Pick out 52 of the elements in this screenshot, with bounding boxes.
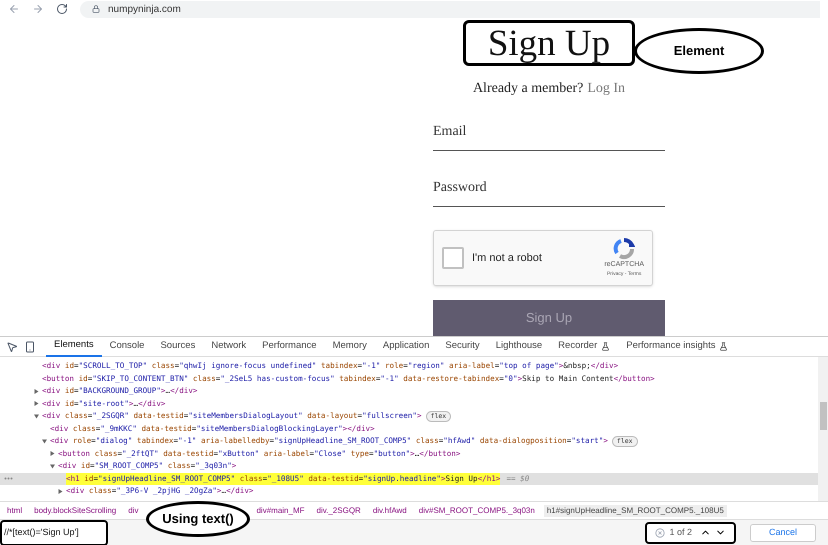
- devtools-tab[interactable]: Recorder: [550, 336, 618, 356]
- page-title: Sign Up: [488, 24, 610, 62]
- breadcrumb-item[interactable]: div#SM_ROOT_COMP5._3q03n: [416, 504, 538, 516]
- search-value: //*[text()='Sign Up']: [4, 526, 79, 539]
- member-prompt: Already a member?: [472, 80, 584, 98]
- devtools-tab[interactable]: Performance insights: [618, 336, 736, 356]
- recaptcha-logo-icon: [613, 238, 636, 260]
- breadcrumb-item[interactable]: div._2SGQR: [314, 504, 364, 516]
- devtools-tab[interactable]: Console: [102, 336, 152, 356]
- devtools-tab[interactable]: Lighthouse: [488, 336, 550, 356]
- collapse-triangle-icon[interactable]: [42, 438, 47, 444]
- breadcrumb-item[interactable]: html: [4, 504, 26, 516]
- field-label: Password: [433, 179, 487, 197]
- devtools-tab[interactable]: Performance: [254, 336, 325, 356]
- collapse-triangle-icon[interactable]: [34, 414, 39, 419]
- expand-triangle-icon[interactable]: [34, 401, 39, 406]
- breadcrumb-item[interactable]: div: [125, 504, 142, 516]
- scrollbar[interactable]: [818, 357, 828, 501]
- speech-bubble: Element: [634, 28, 764, 74]
- captcha-label: I'm not a robot: [472, 250, 543, 266]
- input-field[interactable]: Email: [433, 121, 665, 151]
- captcha-checkbox[interactable]: [442, 247, 464, 269]
- collapse-triangle-icon[interactable]: [50, 464, 55, 469]
- input-field[interactable]: Password: [433, 177, 665, 207]
- expand-triangle-icon[interactable]: [58, 488, 63, 494]
- clear-icon[interactable]: [655, 528, 666, 538]
- match-count: 1 of 2: [669, 526, 692, 539]
- expand-triangle-icon[interactable]: [34, 388, 39, 394]
- breadcrumb-item[interactable]: div#main_MF: [253, 504, 308, 516]
- device-toolbar-icon[interactable]: [24, 340, 36, 352]
- devtools-tab[interactable]: Sources: [152, 336, 204, 356]
- cancel-button[interactable]: Cancel: [750, 524, 816, 542]
- forward-icon[interactable]: [32, 3, 44, 15]
- breadcrumb-item[interactable]: div.hfAwd: [370, 504, 410, 516]
- login-link[interactable]: Log In: [587, 78, 626, 99]
- breadcrumb-item[interactable]: body.blockSiteScrolling: [31, 504, 120, 516]
- url-text: numpyninja.com: [108, 2, 181, 16]
- devtools-tab[interactable]: Network: [203, 336, 254, 356]
- inspect-icon[interactable]: [6, 340, 18, 352]
- devtools-tab[interactable]: Memory: [324, 336, 375, 356]
- devtools-tab[interactable]: Application: [374, 336, 438, 356]
- more-icon: [4, 477, 13, 480]
- devtools-tab[interactable]: Security: [437, 336, 488, 356]
- reload-icon[interactable]: [56, 3, 68, 15]
- lock-icon: [92, 5, 100, 13]
- back-icon[interactable]: [8, 3, 20, 15]
- search-field[interactable]: //*[text()='Sign Up']: [0, 520, 108, 545]
- field-label: Email: [433, 123, 466, 141]
- devtools-tab[interactable]: Elements: [46, 336, 102, 356]
- address-bar[interactable]: numpyninja.com: [80, 0, 820, 18]
- expand-triangle-icon[interactable]: [50, 451, 55, 456]
- breadcrumb-item[interactable]: h1#signUpHeadline_SM_ROOT_COMP5._108U5: [544, 504, 727, 516]
